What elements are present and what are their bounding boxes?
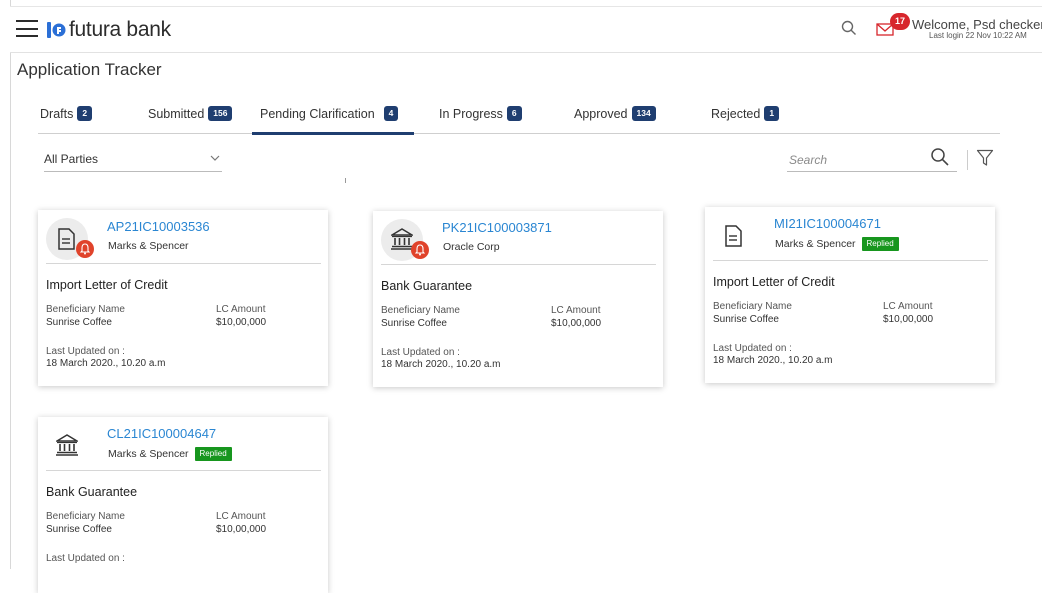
- chevron-down-icon: [210, 153, 220, 165]
- card-divider: [46, 263, 321, 264]
- party-label: Oracle Corp: [443, 241, 500, 253]
- tab-drafts[interactable]: Drafts 2: [40, 106, 93, 121]
- application-card[interactable]: AP21IC10003536 Marks & Spencer Import Le…: [38, 210, 328, 386]
- last-updated-label: Last Updated on :: [46, 346, 125, 357]
- application-ref-link[interactable]: AP21IC10003536: [107, 219, 210, 234]
- futura-logo-icon: [46, 20, 66, 40]
- page-title: Application Tracker: [17, 60, 162, 79]
- alert-bell-icon: [76, 240, 94, 258]
- tab-label: In Progress: [439, 106, 503, 121]
- frame-edge: [10, 0, 11, 569]
- welcome-text[interactable]: Welcome, Psd checker: [912, 17, 1042, 32]
- search-icon[interactable]: [930, 147, 950, 167]
- application-ref-link[interactable]: MI21IC100004671: [774, 216, 881, 231]
- party-label: Marks & Spencer: [775, 238, 856, 250]
- card-divider: [713, 260, 988, 261]
- party-label: Marks & Spencer: [108, 240, 189, 252]
- tab-submitted[interactable]: Submitted 156: [148, 106, 233, 121]
- alert-bell-icon: [411, 241, 429, 259]
- application-ref-link[interactable]: CL21IC100004647: [107, 426, 216, 441]
- party-name: Marks & Spencer Replied: [108, 447, 232, 461]
- tab-count-badge: 4: [383, 106, 399, 121]
- last-updated-label: Last Updated on :: [381, 347, 460, 358]
- beneficiary-label: Beneficiary Name: [381, 305, 460, 316]
- bank-icon: [46, 425, 88, 467]
- tab-in-progress[interactable]: In Progress 6: [439, 106, 522, 121]
- party-name: Oracle Corp: [443, 241, 500, 253]
- tab-label: Rejected: [711, 106, 761, 121]
- application-ref-link[interactable]: PK21IC100003871: [442, 220, 552, 235]
- tab-pending-clarification[interactable]: Pending Clarification 4: [260, 106, 399, 121]
- divider-mark: [345, 178, 346, 183]
- party-name: Marks & Spencer: [108, 240, 189, 252]
- beneficiary-label: Beneficiary Name: [46, 511, 125, 522]
- tab-label: Pending Clarification: [260, 106, 375, 121]
- parties-selected: All Parties: [44, 152, 99, 166]
- brand-name: futura bank: [69, 18, 171, 41]
- tab-label: Drafts: [40, 106, 74, 121]
- product-type: Import Letter of Credit: [46, 278, 168, 292]
- tab-count-badge: 156: [208, 106, 233, 121]
- amount-label: LC Amount: [216, 511, 266, 522]
- search-input[interactable]: [789, 151, 919, 169]
- party-name: Marks & Spencer Replied: [775, 237, 899, 251]
- tab-count-badge: 134: [631, 106, 656, 121]
- last-updated-label: Last Updated on :: [46, 553, 125, 564]
- beneficiary-value: Sunrise Coffee: [46, 524, 112, 535]
- amount-value: $10,00,000: [216, 524, 267, 535]
- beneficiary-value: Sunrise Coffee: [46, 317, 112, 328]
- active-tab-indicator: [252, 132, 414, 135]
- card-divider: [381, 264, 656, 265]
- last-login-text: Last login 22 Nov 10:22 AM: [929, 31, 1027, 40]
- search-icon[interactable]: [840, 19, 858, 37]
- last-updated-value: 18 March 2020., 10.20 a.m: [713, 355, 833, 366]
- mail-count-badge: 17: [890, 13, 910, 30]
- beneficiary-label: Beneficiary Name: [713, 301, 792, 312]
- tab-approved[interactable]: Approved 134: [574, 106, 656, 121]
- status-tabs: Drafts 2 Submitted 156 Pending Clarificati…: [38, 100, 1000, 135]
- document-icon: [713, 215, 755, 257]
- parties-dropdown[interactable]: All Parties: [44, 150, 222, 172]
- card-divider: [46, 470, 321, 471]
- tab-count-badge: 6: [506, 106, 522, 121]
- tab-count-badge: 2: [77, 106, 93, 121]
- amount-value: $10,00,000: [883, 314, 934, 325]
- toolbar-divider: [967, 150, 968, 170]
- product-type: Import Letter of Credit: [713, 275, 835, 289]
- last-updated-value: 18 March 2020., 10.20 a.m: [46, 358, 166, 369]
- product-type: Bank Guarantee: [46, 485, 138, 499]
- tab-count-badge: 1: [764, 106, 780, 121]
- last-updated-label: Last Updated on :: [713, 343, 792, 354]
- amount-value: $10,00,000: [551, 318, 602, 329]
- app-header: futura bank 17 Welcome, Psd checker Last…: [0, 7, 1042, 52]
- beneficiary-value: Sunrise Coffee: [381, 318, 447, 329]
- beneficiary-label: Beneficiary Name: [46, 304, 125, 315]
- application-card[interactable]: PK21IC100003871 Oracle Corp Bank Guarant…: [373, 211, 663, 387]
- party-label: Marks & Spencer: [108, 448, 189, 460]
- amount-label: LC Amount: [216, 304, 266, 315]
- amount-value: $10,00,000: [216, 317, 267, 328]
- tab-label: Submitted: [148, 106, 205, 121]
- amount-label: LC Amount: [883, 301, 933, 312]
- filter-icon[interactable]: [976, 149, 994, 167]
- amount-label: LC Amount: [551, 305, 601, 316]
- application-card[interactable]: MI21IC100004671 Marks & Spencer Replied I…: [705, 207, 995, 383]
- brand-logo[interactable]: futura bank: [46, 18, 171, 42]
- tab-rejected[interactable]: Rejected 1: [711, 106, 780, 121]
- beneficiary-value: Sunrise Coffee: [713, 314, 779, 325]
- application-card[interactable]: CL21IC100004647 Marks & Spencer Replied B…: [38, 417, 328, 593]
- product-type: Bank Guarantee: [381, 279, 473, 293]
- last-updated-value: 18 March 2020., 10.20 a.m: [381, 359, 501, 370]
- replied-badge: Replied: [194, 447, 232, 461]
- tab-label: Approved: [574, 106, 628, 121]
- menu-icon[interactable]: [16, 20, 38, 37]
- header-divider: [10, 52, 1042, 53]
- replied-badge: Replied: [861, 237, 899, 251]
